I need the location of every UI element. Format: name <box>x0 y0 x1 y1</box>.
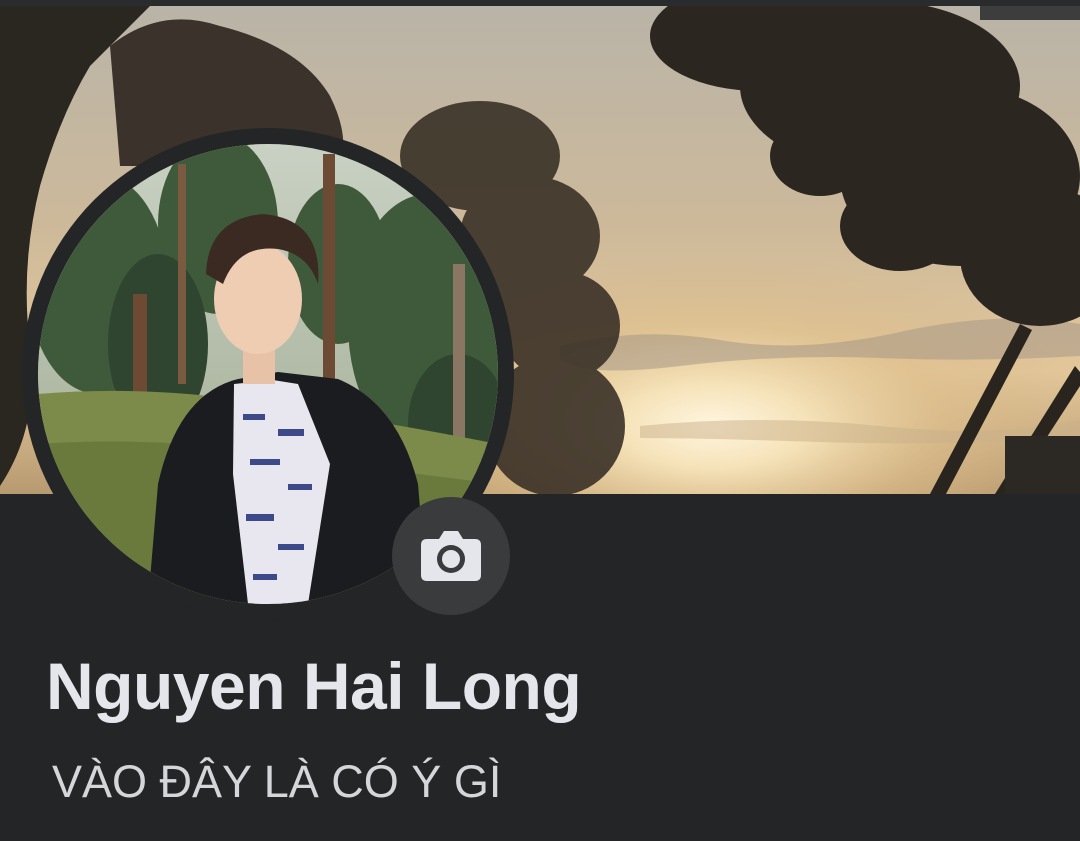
profile-bio: VÀO ĐÂY LÀ CÓ Ý GÌ <box>52 756 502 807</box>
camera-icon <box>419 527 483 586</box>
update-profile-photo-button[interactable] <box>392 497 510 615</box>
profile-header: Nguyen Hai Long VÀO ĐÂY LÀ CÓ Ý GÌ <box>0 0 1080 841</box>
profile-name: Nguyen Hai Long <box>46 649 582 723</box>
